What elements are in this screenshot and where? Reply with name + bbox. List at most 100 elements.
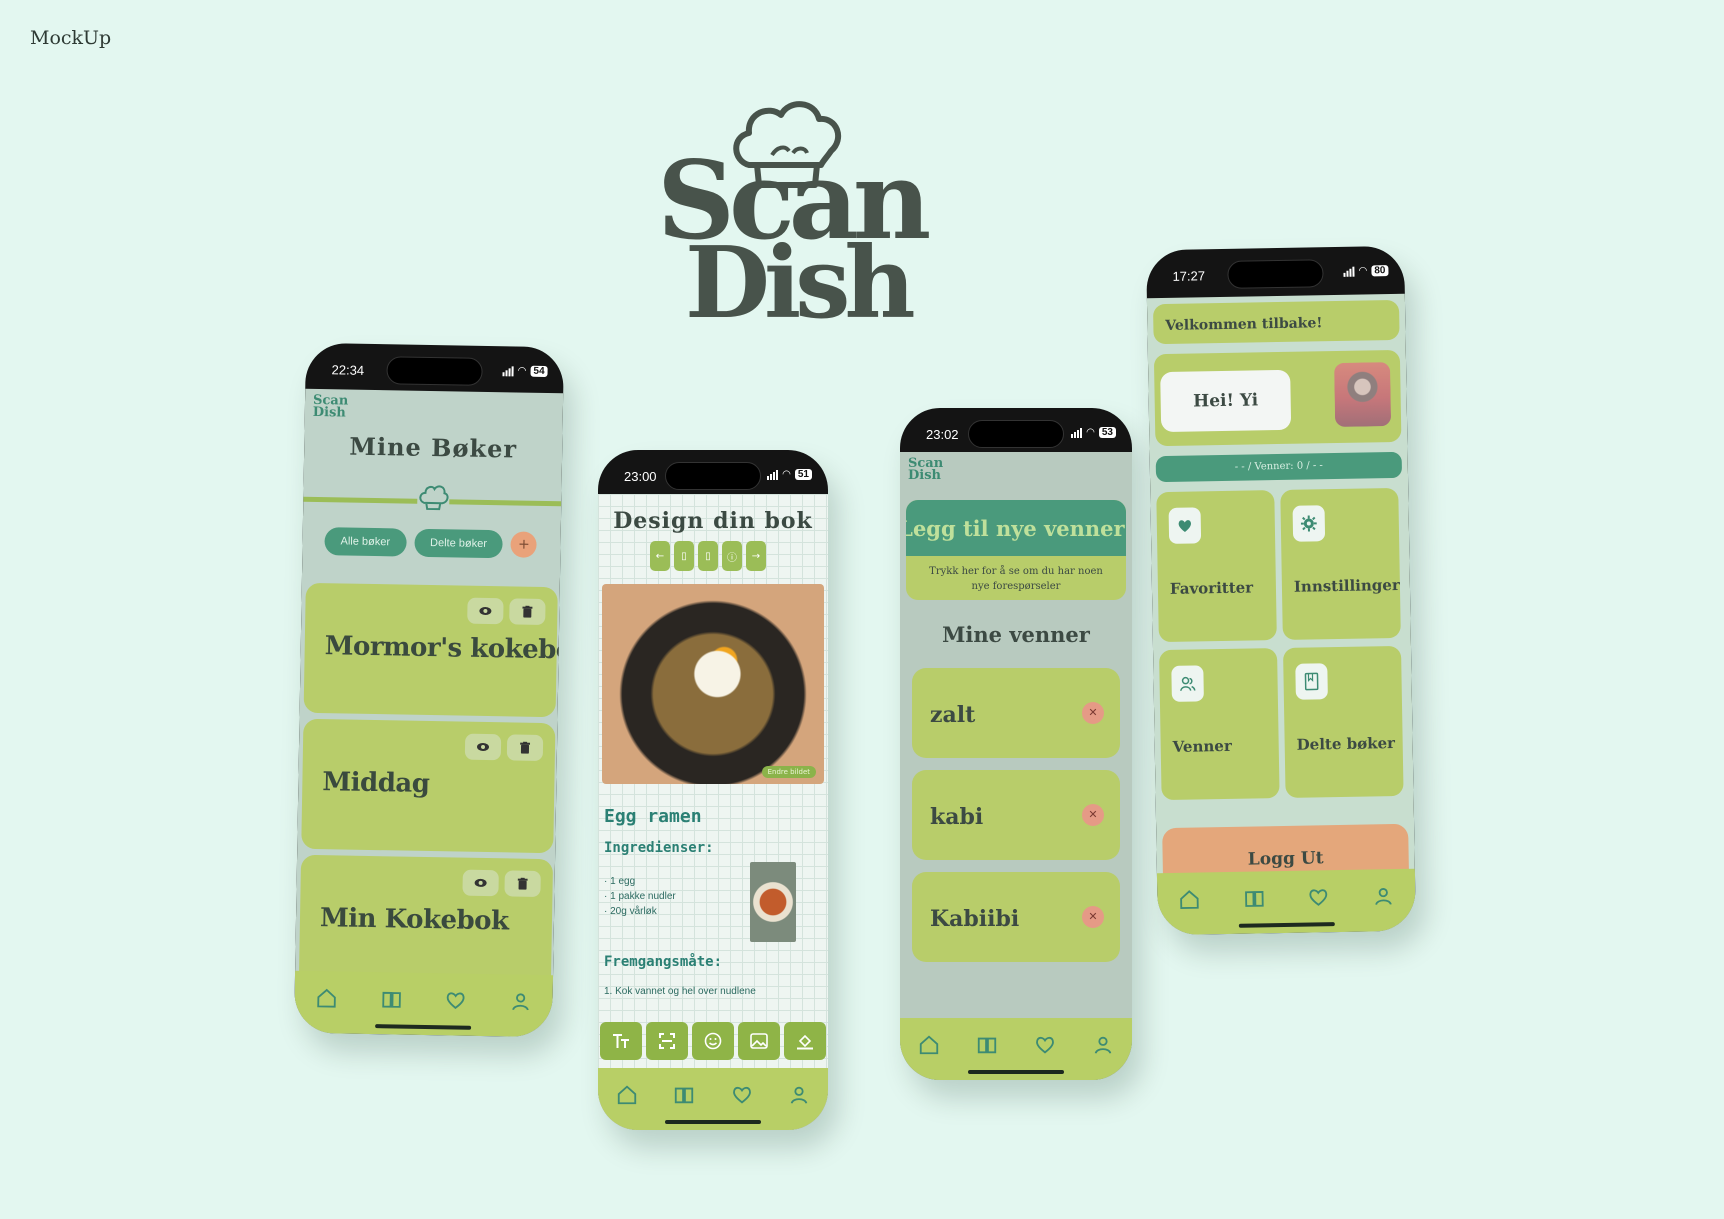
- book-icon[interactable]: [380, 988, 402, 1010]
- page-copy-icon[interactable]: ▯: [698, 541, 718, 571]
- logo-text-dish: Dish: [685, 226, 916, 341]
- small-logo-line2: Dish: [908, 468, 941, 483]
- small-logo-line2: Dish: [312, 404, 346, 421]
- gear-icon: [1292, 505, 1326, 542]
- tile-shared-books[interactable]: Delte bøker: [1283, 645, 1404, 798]
- ingredient-photo: [750, 862, 796, 942]
- user-icon[interactable]: [1092, 1034, 1114, 1056]
- phone-friends: 23:02 ◠ 53 Scan Dish Legg til nye venner…: [900, 408, 1132, 1080]
- avatar[interactable]: [1334, 362, 1392, 428]
- trash-icon[interactable]: [504, 870, 541, 897]
- tile-favorites[interactable]: Favoritter: [1156, 490, 1277, 643]
- small-logo[interactable]: Scan Dish: [312, 393, 349, 421]
- friend-name: Kabiibi: [930, 906, 1020, 932]
- eye-icon[interactable]: [467, 597, 504, 625]
- home-icon[interactable]: [616, 1084, 638, 1106]
- tile-label: Venner: [1172, 736, 1232, 756]
- book-card[interactable]: Middag: [301, 718, 556, 854]
- phone-design-book: 23:00 ◠ 51 Design din bok ← ▯ ▯ ⓘ → Endr…: [598, 450, 828, 1130]
- home-indicator: [968, 1070, 1064, 1074]
- wifi-icon: ◠: [782, 469, 791, 480]
- wifi-icon: ◠: [1358, 265, 1368, 277]
- status-bar: 17:27 ◠ 80: [1146, 246, 1405, 298]
- trash-icon[interactable]: [509, 598, 546, 626]
- user-icon[interactable]: [509, 990, 531, 1012]
- prev-page-icon[interactable]: ←: [650, 541, 670, 571]
- heart-icon[interactable]: [445, 989, 467, 1011]
- screen: Design din bok ← ▯ ▯ ⓘ → Endre bildet Eg…: [598, 494, 828, 1130]
- user-icon[interactable]: [788, 1084, 810, 1106]
- list-item: · 1 egg: [604, 876, 636, 887]
- home-icon[interactable]: [918, 1034, 940, 1056]
- chip-all-books[interactable]: Alle bøker: [324, 527, 407, 557]
- dynamic-island: [386, 356, 483, 386]
- page-title: Mine Bøker: [349, 431, 518, 464]
- heart-icon[interactable]: [1034, 1034, 1056, 1056]
- remove-friend-icon[interactable]: ✕: [1082, 906, 1104, 928]
- eye-icon[interactable]: [462, 869, 499, 897]
- home-icon[interactable]: [316, 987, 338, 1009]
- text-icon[interactable]: [600, 1022, 642, 1060]
- heart-icon[interactable]: [731, 1084, 753, 1106]
- emoji-icon[interactable]: [692, 1022, 734, 1060]
- friend-name: kabi: [930, 804, 984, 830]
- signal-icon: [1343, 266, 1355, 277]
- scan-icon[interactable]: [646, 1022, 688, 1060]
- scandish-logo: Scan Dish: [655, 95, 1015, 341]
- book-card[interactable]: Min Kokebok: [298, 854, 554, 990]
- heart-icon: [1168, 507, 1202, 544]
- dynamic-island: [1227, 259, 1324, 289]
- add-friends-title: Legg til nye venner!: [906, 515, 1126, 541]
- fill-icon[interactable]: [784, 1022, 826, 1060]
- page-icon[interactable]: ▯: [674, 541, 694, 571]
- next-page-icon[interactable]: →: [746, 541, 766, 571]
- remove-friend-icon[interactable]: ✕: [1082, 702, 1104, 724]
- home-icon[interactable]: [1178, 888, 1200, 910]
- remove-friend-icon[interactable]: ✕: [1082, 804, 1104, 826]
- friend-card[interactable]: zalt ✕: [912, 668, 1120, 758]
- user-icon[interactable]: [1372, 885, 1394, 907]
- add-friends-subtitle: Trykk her for å se om du har noen nye fo…: [929, 566, 1103, 592]
- dynamic-island: [665, 462, 761, 490]
- list-item: · 20g vårløk: [604, 906, 657, 917]
- friend-card[interactable]: Kabiibi ✕: [912, 872, 1120, 962]
- screen: Scan Dish Mine Bøker Alle bøker Delte bø…: [293, 388, 564, 1038]
- list-item: 1. Kok vannet og hel over nudlene: [604, 986, 756, 997]
- welcome-banner: Velkommen tilbake!: [1152, 299, 1400, 345]
- book-icon[interactable]: [673, 1084, 695, 1106]
- status-time: 17:27: [1172, 268, 1206, 284]
- status-time: 23:00: [624, 469, 657, 484]
- editor-toolbar: [600, 1022, 826, 1060]
- chip-shared-books[interactable]: Delte bøker: [413, 528, 504, 559]
- add-friends-card[interactable]: Legg til nye venner! Trykk her for å se …: [906, 500, 1126, 600]
- friends-icon: [1171, 665, 1204, 702]
- page-title: Design din bok: [613, 508, 813, 534]
- steps-list[interactable]: 1. Kok vannet og hel over nudlene: [604, 986, 756, 997]
- info-icon[interactable]: ⓘ: [722, 541, 742, 571]
- eye-icon[interactable]: [464, 733, 502, 761]
- signal-icon: [1071, 427, 1083, 438]
- ingredients-list[interactable]: · 1 egg · 1 pakke nudler · 20g vårløk: [604, 874, 676, 919]
- book-icon[interactable]: [976, 1034, 998, 1056]
- bottom-nav: [598, 1068, 828, 1130]
- tile-label: Innstillinger: [1293, 575, 1400, 596]
- image-icon[interactable]: [738, 1022, 780, 1060]
- chef-hat-divider-icon: [417, 482, 450, 512]
- signal-icon: [502, 365, 514, 376]
- small-logo[interactable]: Scan Dish: [908, 457, 943, 483]
- tile-settings[interactable]: Innstillinger: [1280, 487, 1401, 640]
- edit-photo-button[interactable]: Endre bildet: [761, 766, 816, 778]
- tile-friends[interactable]: Venner: [1159, 648, 1280, 801]
- add-book-button[interactable]: +: [510, 531, 538, 558]
- status-bar: 22:34 ◠ 54: [305, 343, 564, 395]
- book-icon[interactable]: [1243, 887, 1265, 909]
- recipe-title[interactable]: Egg ramen: [604, 806, 702, 827]
- trash-icon[interactable]: [506, 734, 544, 761]
- screen: Velkommen tilbake! Hei! Yi - - / Venner:…: [1146, 293, 1416, 936]
- friends-heading: Mine venner: [942, 622, 1090, 647]
- friend-card[interactable]: kabi ✕: [912, 770, 1120, 860]
- heart-icon[interactable]: [1307, 886, 1329, 908]
- book-name: Min Kokebok: [319, 903, 509, 937]
- book-card[interactable]: Mormor's kokebok: [303, 582, 563, 718]
- wifi-icon: ◠: [517, 365, 527, 377]
